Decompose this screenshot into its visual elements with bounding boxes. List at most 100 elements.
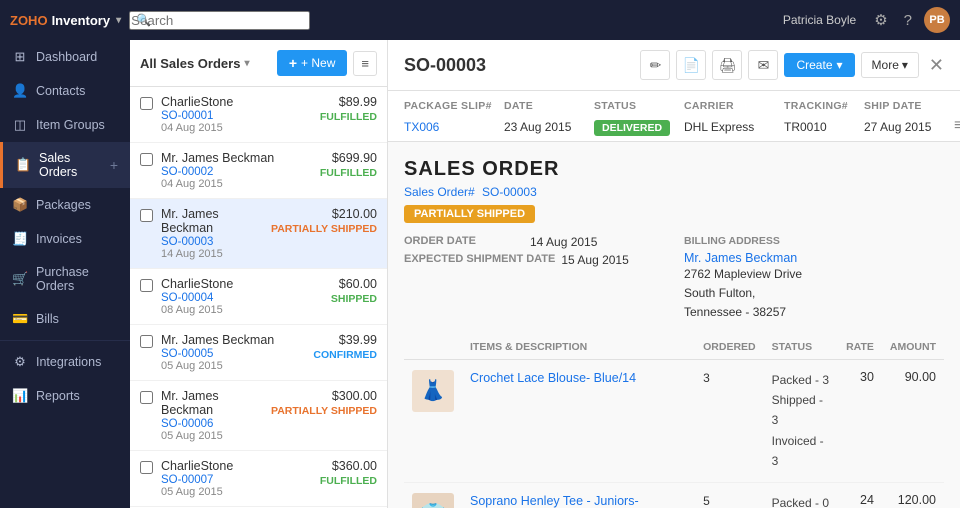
carrier-header-col: CARRIER: [684, 97, 784, 112]
order-checkbox[interactable]: [140, 391, 153, 404]
order-info: Mr. James Beckman SO-00006 05 Aug 2015: [161, 389, 263, 442]
detail-panel: SO-00003 ✏ 📄 🖨 ✉ Create ▾ More ▾ ✕: [388, 40, 960, 508]
order-item[interactable]: Mr. James Beckman SO-00005 05 Aug 2015 $…: [130, 325, 387, 381]
order-date: 05 Aug 2015: [161, 486, 312, 498]
col-status: STATUS: [764, 335, 838, 360]
expected-date-row: EXPECTED SHIPMENT DATE 15 Aug 2015: [404, 253, 664, 267]
shipment-menu-icon[interactable]: ≡: [954, 117, 960, 134]
order-checkbox[interactable]: [140, 153, 153, 166]
partial-shipped-badge: PARTIALLY SHIPPED: [404, 205, 535, 223]
search-input[interactable]: [129, 11, 310, 30]
orders-menu-button[interactable]: ≡: [353, 51, 377, 76]
sidebar-item-invoices[interactable]: 🧾 Invoices: [0, 222, 130, 256]
order-customer-name: CharlieStone: [161, 95, 312, 109]
order-number: SO-00001: [161, 110, 312, 122]
order-number: SO-00004: [161, 292, 323, 304]
order-number: SO-00005: [161, 348, 305, 360]
edit-button[interactable]: ✏: [640, 50, 670, 80]
pkg-link[interactable]: TX006: [404, 120, 439, 134]
integrations-icon: ⚙: [12, 354, 28, 370]
order-checkbox[interactable]: [140, 209, 153, 222]
detail-actions: ✏ 📄 🖨 ✉ Create ▾ More ▾ ✕: [640, 50, 944, 80]
order-info: CharlieStone SO-00007 05 Aug 2015: [161, 459, 312, 498]
item-qty-cell: 3: [695, 359, 764, 482]
sidebar-item-dashboard[interactable]: ⊞ Dashboard: [0, 40, 130, 74]
so-dates: ORDER DATE 14 Aug 2015 EXPECTED SHIPMENT…: [404, 235, 664, 323]
order-customer-name: CharlieStone: [161, 277, 323, 291]
avatar[interactable]: PB: [924, 7, 950, 33]
order-item[interactable]: Mr. James Beckman SO-00003 14 Aug 2015 $…: [130, 199, 387, 269]
sidebar-label-bills: Bills: [36, 312, 59, 326]
order-info: Mr. James Beckman SO-00002 04 Aug 2015: [161, 151, 312, 190]
item-qty: 3: [703, 371, 710, 385]
order-item[interactable]: CharlieStone SO-00001 04 Aug 2015 $89.99…: [130, 87, 387, 143]
order-item[interactable]: Mr. James Beckman SO-00006 05 Aug 2015 $…: [130, 381, 387, 451]
col-amount: AMOUNT: [882, 335, 944, 360]
contacts-icon: 👤: [12, 83, 28, 99]
order-customer-name: Mr. James Beckman: [161, 151, 312, 165]
sidebar-item-contacts[interactable]: 👤 Contacts: [0, 74, 130, 108]
order-checkbox[interactable]: [140, 97, 153, 110]
billing-section: BILLING ADDRESS Mr. James Beckman 2762 M…: [684, 235, 944, 323]
item-amount-cell: 90.00: [882, 359, 944, 482]
sidebar-label-reports: Reports: [36, 389, 80, 403]
detail-header: SO-00003 ✏ 📄 🖨 ✉ Create ▾ More ▾ ✕: [388, 40, 960, 91]
order-checkbox[interactable]: [140, 461, 153, 474]
order-info: CharlieStone SO-00004 08 Aug 2015: [161, 277, 323, 316]
sidebar: ⊞ Dashboard 👤 Contacts ◫ Item Groups 📋 S…: [0, 40, 130, 508]
detail-title: SO-00003: [404, 55, 630, 76]
order-date-val: 14 Aug 2015: [530, 235, 597, 249]
shipment-row-menu[interactable]: ≡: [954, 117, 960, 135]
sidebar-item-sales-orders[interactable]: 📋 Sales Orders +: [0, 142, 130, 188]
status-header-col: STATUS: [594, 97, 684, 112]
sidebar-item-reports[interactable]: 📊 Reports: [0, 379, 130, 413]
orders-list-dropdown-icon[interactable]: ▾: [244, 58, 249, 69]
sidebar-item-purchase-orders[interactable]: 🛒 Purchase Orders: [0, 256, 130, 302]
order-status: PARTIALLY SHIPPED: [271, 223, 377, 235]
item-qty: 5: [703, 494, 710, 508]
billing-address: 2762 Mapleview Drive South Fulton, Tenne…: [684, 265, 944, 323]
app-name: Inventory: [52, 13, 111, 28]
email-button[interactable]: ✉: [748, 50, 778, 80]
item-status-text: Packed - 0Invoiced - 5: [772, 493, 830, 508]
packages-icon: 📦: [12, 197, 28, 213]
item-name-link[interactable]: Crochet Lace Blouse- Blue/14: [470, 371, 636, 385]
shipment-headers: PACKAGE SLIP# DATE STATUS CARRIER TRACKI…: [404, 97, 944, 112]
new-order-button[interactable]: + + New: [277, 50, 348, 76]
expected-date-val: 15 Aug 2015: [561, 253, 628, 267]
order-amount: $39.99: [313, 333, 377, 347]
order-amount: $60.00: [331, 277, 377, 291]
close-button[interactable]: ✕: [929, 55, 944, 76]
sidebar-item-item-groups[interactable]: ◫ Item Groups: [0, 108, 130, 142]
help-icon[interactable]: ?: [904, 12, 912, 29]
print-button[interactable]: 🖨: [712, 50, 742, 80]
order-amount: $210.00: [271, 207, 377, 221]
item-thumb-cell: 👗: [404, 359, 462, 482]
delivered-badge: DELIVERED: [594, 120, 670, 136]
order-number: SO-00003: [161, 236, 263, 248]
order-amount: $360.00: [320, 459, 377, 473]
item-status-cell: Packed - 3Shipped - 3Invoiced - 3: [764, 359, 838, 482]
item-name-link[interactable]: Soprano Henley Tee - Juniors-10/Apple Bu…: [470, 494, 639, 508]
item-rate-cell: 30: [838, 359, 882, 482]
shipdate-val-col: 27 Aug 2015: [864, 119, 954, 134]
settings-icon[interactable]: ⚙: [874, 11, 887, 29]
sidebar-label-dashboard: Dashboard: [36, 50, 97, 64]
sidebar-item-packages[interactable]: 📦 Packages: [0, 188, 130, 222]
order-item[interactable]: Mr. James Beckman SO-00002 04 Aug 2015 $…: [130, 143, 387, 199]
sales-orders-add-icon[interactable]: +: [110, 157, 118, 173]
sidebar-item-bills[interactable]: 💳 Bills: [0, 302, 130, 336]
sidebar-item-integrations[interactable]: ⚙ Integrations: [0, 345, 130, 379]
order-item[interactable]: CharlieStone SO-00004 08 Aug 2015 $60.00…: [130, 269, 387, 325]
create-button[interactable]: Create ▾: [784, 53, 854, 77]
app-dropdown-icon[interactable]: ▾: [116, 15, 121, 26]
order-info: Mr. James Beckman SO-00005 05 Aug 2015: [161, 333, 305, 372]
order-item[interactable]: CharlieStone SO-00007 05 Aug 2015 $360.0…: [130, 451, 387, 507]
more-button[interactable]: More ▾: [861, 52, 919, 78]
document-button[interactable]: 📄: [676, 50, 706, 80]
date-header-col: DATE: [504, 97, 594, 112]
order-checkbox[interactable]: [140, 279, 153, 292]
more-dropdown-icon: ▾: [902, 58, 908, 72]
item-amount: 120.00: [898, 493, 936, 507]
order-checkbox[interactable]: [140, 335, 153, 348]
